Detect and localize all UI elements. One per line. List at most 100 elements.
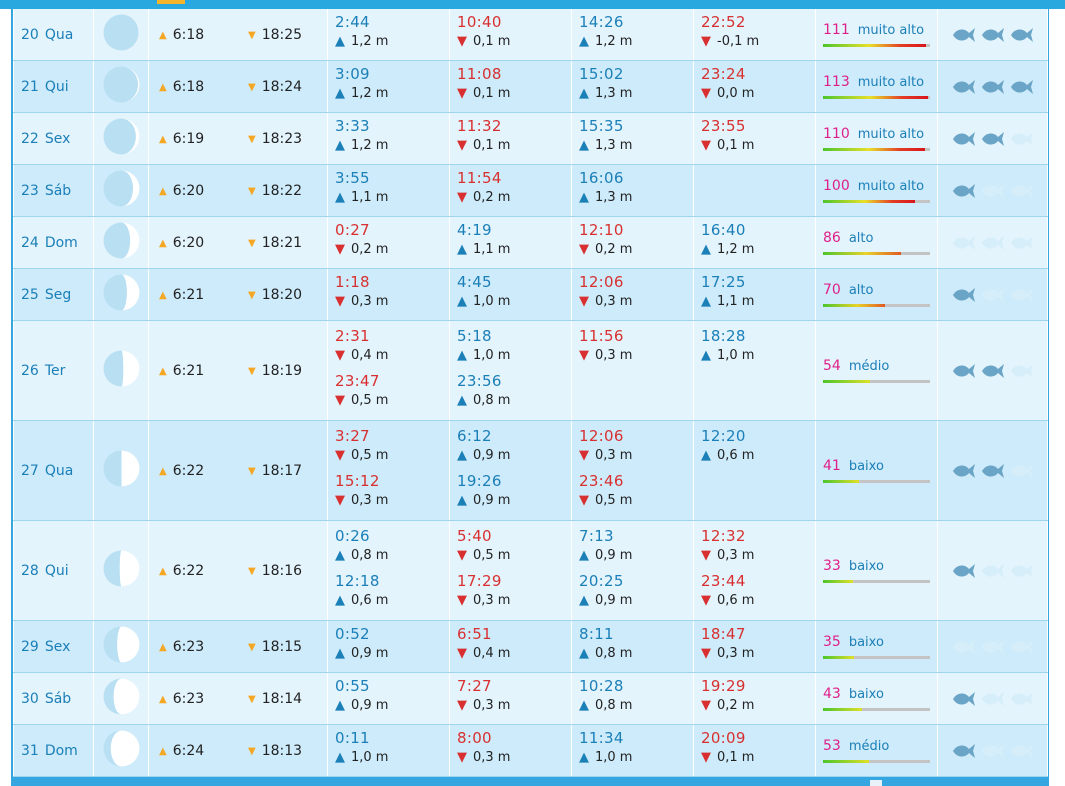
tide-time: 14:26 bbox=[579, 13, 624, 31]
sun-cell: ▲ 6:19 ▼ 18:23 bbox=[148, 112, 328, 165]
tide-cell: 0:55 ▲ 0,9 m bbox=[327, 672, 450, 725]
tide-time: 15:12 bbox=[335, 472, 380, 490]
tide-cell: 11:08 ▼ 0,1 m bbox=[449, 60, 572, 113]
tide-time: 11:34 bbox=[579, 729, 624, 747]
sun-times: ▲ 6:18 ▼ 18:24 bbox=[150, 79, 327, 95]
tide-height-row: ▲ 1,2 m bbox=[335, 136, 449, 156]
moon-cell bbox=[93, 320, 149, 421]
tide-time: 23:44 bbox=[701, 572, 746, 590]
day-number: 25 bbox=[21, 286, 39, 303]
moon-cell bbox=[93, 724, 149, 777]
fish-icon-inactive bbox=[1011, 463, 1033, 478]
sun-times: ▲ 6:22 ▼ 18:17 bbox=[150, 462, 327, 479]
moon-phase-icon bbox=[103, 350, 139, 387]
coefficient-values: 100 muito alto bbox=[823, 178, 937, 194]
coefficient-bar bbox=[823, 96, 930, 99]
sun-cell: ▲ 6:22 ▼ 18:16 bbox=[148, 520, 328, 621]
coefficient-label: baixo bbox=[848, 635, 884, 650]
tide-cell: 23:24 ▼ 0,0 m bbox=[693, 60, 816, 113]
coefficient-bar bbox=[823, 708, 930, 711]
low-tide: 2:31 ▼ 0,4 m bbox=[335, 324, 449, 369]
moon-cell bbox=[93, 672, 149, 725]
tide-time: 8:00 bbox=[457, 729, 492, 747]
sunset-time: 18:17 bbox=[261, 462, 303, 479]
tide-time: 0:55 bbox=[335, 677, 370, 695]
header-bar bbox=[0, 0, 1065, 9]
rising-arrow-icon: ▲ bbox=[579, 190, 589, 205]
fishing-activity-cell bbox=[937, 672, 1048, 725]
tide-height: 0,9 m bbox=[473, 448, 511, 463]
tide-height-row: ▼ 0,1 m bbox=[457, 32, 571, 52]
sunrise-time: 6:22 bbox=[172, 462, 205, 479]
tide-time: 11:54 bbox=[457, 169, 502, 187]
tide-cell: 14:26 ▲ 1,2 m bbox=[571, 9, 694, 61]
tide-time: 3:09 bbox=[335, 65, 370, 83]
tide-height-row: ▲ 1,3 m bbox=[579, 136, 693, 156]
rising-arrow-icon: ▲ bbox=[579, 86, 589, 101]
fish-icon-inactive bbox=[1011, 131, 1033, 146]
tide-cell: 23:55 ▼ 0,1 m bbox=[693, 112, 816, 165]
falling-arrow-icon: ▼ bbox=[335, 242, 345, 257]
coefficient-bar bbox=[823, 380, 930, 383]
coefficient-values: 53 médio bbox=[823, 738, 937, 754]
tide-time: 11:56 bbox=[579, 327, 624, 345]
tide-height-row: ▲ 1,1 m bbox=[701, 292, 815, 312]
sunset-time: 18:22 bbox=[261, 182, 303, 199]
high-tide: 10:28 ▲ 0,8 m bbox=[579, 676, 693, 721]
low-tide: 19:29 ▼ 0,2 m bbox=[701, 676, 815, 721]
coefficient-cell: 41 baixo bbox=[815, 420, 938, 521]
rising-arrow-icon: ▲ bbox=[579, 593, 589, 608]
tide-time: 12:06 bbox=[579, 273, 624, 291]
tide-time: 23:55 bbox=[701, 117, 746, 135]
tide-height: 0,8 m bbox=[473, 393, 511, 408]
fish-icon bbox=[953, 183, 975, 198]
sun-times: ▲ 6:18 ▼ 18:25 bbox=[150, 27, 327, 43]
coefficient-values: 111 muito alto bbox=[823, 22, 937, 38]
high-tide: 20:25 ▲ 0,9 m bbox=[579, 569, 693, 614]
fish-icon-inactive bbox=[953, 639, 975, 654]
weekday: Qui bbox=[44, 562, 69, 579]
rising-arrow-icon: ▲ bbox=[579, 138, 589, 153]
coefficient-cell: 110 muito alto bbox=[815, 112, 938, 165]
tide-time: 4:45 bbox=[457, 273, 492, 291]
tide-cell: 22:52 ▼ -0,1 m bbox=[693, 9, 816, 61]
tide-cell: 18:28 ▲ 1,0 m bbox=[693, 320, 816, 421]
sunset-time: 18:23 bbox=[261, 130, 303, 147]
fish-icon-inactive bbox=[1011, 563, 1033, 578]
tide-height-row: ▲ 0,6 m bbox=[701, 446, 815, 466]
sunset-time: 18:16 bbox=[261, 562, 303, 579]
tide-cell: 12:06 ▼ 0,3 m 23:46 ▼ 0,5 m bbox=[571, 420, 694, 521]
coefficient-bar-fill bbox=[823, 304, 886, 307]
high-tide: 0:26 ▲ 0,8 m bbox=[335, 524, 449, 569]
rising-arrow-icon: ▲ bbox=[457, 393, 467, 408]
sunrise: ▲ 6:20 bbox=[150, 235, 239, 251]
tide-cell: 5:40 ▼ 0,5 m 17:29 ▼ 0,3 m bbox=[449, 520, 572, 621]
tide-height-row: ▼ 0,3 m bbox=[579, 292, 693, 312]
high-tide: 6:12 ▲ 0,9 m bbox=[457, 424, 571, 469]
high-tide: 15:02 ▲ 1,3 m bbox=[579, 64, 693, 109]
tide-height: 0,1 m bbox=[473, 34, 511, 49]
sun-times: ▲ 6:23 ▼ 18:14 bbox=[150, 691, 327, 707]
tide-time: 12:10 bbox=[579, 221, 624, 239]
coefficient-bar bbox=[823, 252, 930, 255]
falling-arrow-icon: ▼ bbox=[457, 548, 467, 563]
footer-checkbox[interactable] bbox=[870, 780, 882, 786]
tide-time: 5:18 bbox=[457, 327, 492, 345]
tide-height-row: ▲ 1,1 m bbox=[335, 188, 449, 208]
coefficient-number: 100 bbox=[823, 178, 850, 194]
tide-height: 0,3 m bbox=[473, 750, 511, 765]
coefficient-values: 43 baixo bbox=[823, 686, 937, 702]
tide-height-row: ▲ 1,0 m bbox=[579, 748, 693, 768]
moon-cell bbox=[93, 268, 149, 321]
moon-cell bbox=[93, 420, 149, 521]
tide-cell: 0:26 ▲ 0,8 m 12:18 ▲ 0,6 m bbox=[327, 520, 450, 621]
rising-arrow-icon: ▲ bbox=[335, 593, 345, 608]
falling-arrow-icon: ▼ bbox=[701, 593, 711, 608]
rising-arrow-icon: ▲ bbox=[579, 646, 589, 661]
tide-coefficient: 33 baixo bbox=[823, 558, 937, 583]
low-tide: 23:47 ▼ 0,5 m bbox=[335, 369, 449, 414]
tide-height: 0,9 m bbox=[351, 698, 389, 713]
tide-cell: 5:18 ▲ 1,0 m 23:56 ▲ 0,8 m bbox=[449, 320, 572, 421]
sunset: ▼ 18:15 bbox=[238, 639, 327, 655]
table-row: 29 Sex ▲ 6:23 ▼ 18:15 0:52 ▲ 0,9 m 6:51 ▼ 0,4 m 8:11… bbox=[13, 620, 1048, 673]
